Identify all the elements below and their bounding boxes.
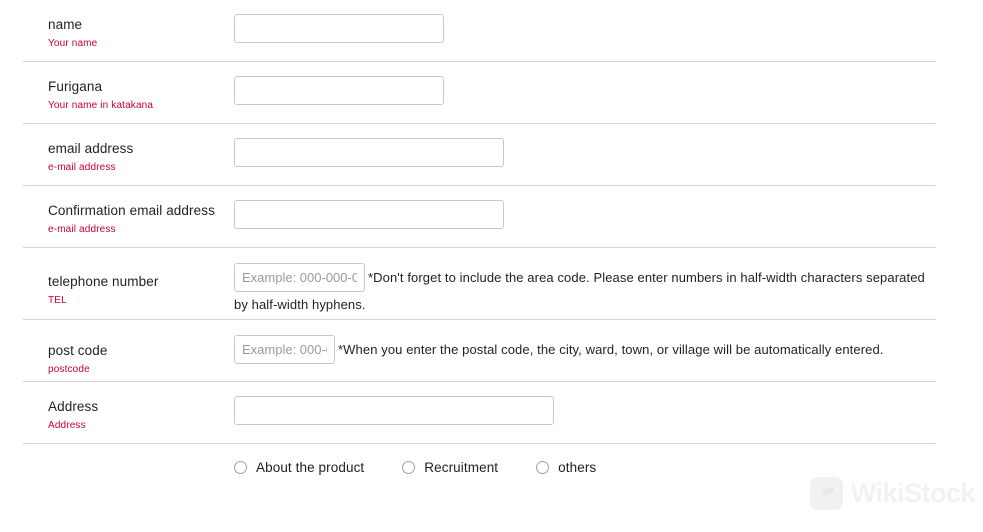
- field-label-email: email address: [48, 141, 134, 156]
- field-sublabel-telephone: TEL: [48, 295, 67, 306]
- radio-circle-icon[interactable]: [234, 461, 247, 474]
- form-row-email: email address e-mail address: [23, 124, 936, 186]
- radio-label-about-the-product: About the product: [256, 460, 365, 475]
- radio-option-recruitment[interactable]: Recruitment: [402, 460, 498, 475]
- radio-circle-icon[interactable]: [536, 461, 550, 474]
- field-sublabel-name: Your name: [48, 38, 98, 49]
- confirm-email-input[interactable]: [234, 200, 504, 229]
- radio-circle-icon[interactable]: [402, 461, 416, 474]
- field-cell-confirm-email: [234, 200, 936, 229]
- radio-option-others[interactable]: others: [536, 460, 596, 475]
- field-cell-address: [234, 396, 936, 425]
- postcode-note: *When you enter the postal code, the cit…: [338, 342, 884, 357]
- label-cell-email: email address e-mail address: [23, 138, 234, 175]
- field-sublabel-furigana: Your name in katakana: [48, 100, 154, 111]
- telephone-field-group: *Don't forget to include the area code. …: [234, 263, 936, 316]
- label-cell-address: Address Address: [23, 396, 234, 433]
- field-cell-inquiry-type: About the product Recruitment others: [234, 460, 936, 475]
- radio-label-recruitment: Recruitment: [424, 460, 499, 475]
- field-label-address: Address: [48, 399, 99, 414]
- contact-form: name Your name Furigana Your name in kat…: [23, 0, 936, 504]
- postcode-input[interactable]: [234, 335, 335, 364]
- form-row-name: name Your name: [23, 0, 936, 62]
- label-cell-furigana: Furigana Your name in katakana: [23, 76, 234, 113]
- label-cell-confirm-email: Confirmation email address e-mail addres…: [23, 200, 234, 237]
- name-input[interactable]: [234, 14, 444, 43]
- field-sublabel-postcode: postcode: [48, 364, 90, 375]
- email-input[interactable]: [234, 138, 504, 167]
- field-label-confirm-email: Confirmation email address: [48, 203, 215, 218]
- field-cell-telephone: *Don't forget to include the area code. …: [234, 263, 936, 316]
- field-sublabel-address: Address: [48, 420, 86, 431]
- field-label-postcode: post code: [48, 343, 108, 358]
- field-sublabel-email: e-mail address: [48, 162, 116, 173]
- field-label-furigana: Furigana: [48, 79, 103, 94]
- field-label-name: name: [48, 17, 83, 32]
- label-cell-name: name Your name: [23, 14, 234, 51]
- field-label-telephone: telephone number: [48, 274, 159, 289]
- field-sublabel-confirm-email: e-mail address: [48, 224, 116, 235]
- inquiry-type-radio-group: About the product Recruitment others: [234, 460, 936, 475]
- label-cell-telephone: telephone number TEL: [23, 263, 234, 308]
- field-cell-name: [234, 14, 936, 43]
- form-row-telephone: telephone number TEL *Don't forget to in…: [23, 248, 936, 320]
- label-cell-inquiry-type: [23, 460, 234, 462]
- radio-label-others: others: [558, 460, 597, 475]
- form-row-postcode: post code postcode *When you enter the p…: [23, 320, 936, 382]
- form-row-confirm-email: Confirmation email address e-mail addres…: [23, 186, 936, 248]
- field-cell-furigana: [234, 76, 936, 105]
- postcode-field-group: *When you enter the postal code, the cit…: [234, 335, 936, 364]
- furigana-input[interactable]: [234, 76, 444, 105]
- address-input[interactable]: [234, 396, 554, 425]
- form-row-address: Address Address: [23, 382, 936, 444]
- radio-option-about-the-product[interactable]: About the product: [234, 460, 364, 475]
- telephone-input[interactable]: [234, 263, 365, 292]
- label-cell-postcode: post code postcode: [23, 335, 234, 377]
- form-row-furigana: Furigana Your name in katakana: [23, 62, 936, 124]
- field-cell-email: [234, 138, 936, 167]
- form-row-inquiry-type: About the product Recruitment others: [23, 444, 936, 504]
- field-cell-postcode: *When you enter the postal code, the cit…: [234, 335, 936, 364]
